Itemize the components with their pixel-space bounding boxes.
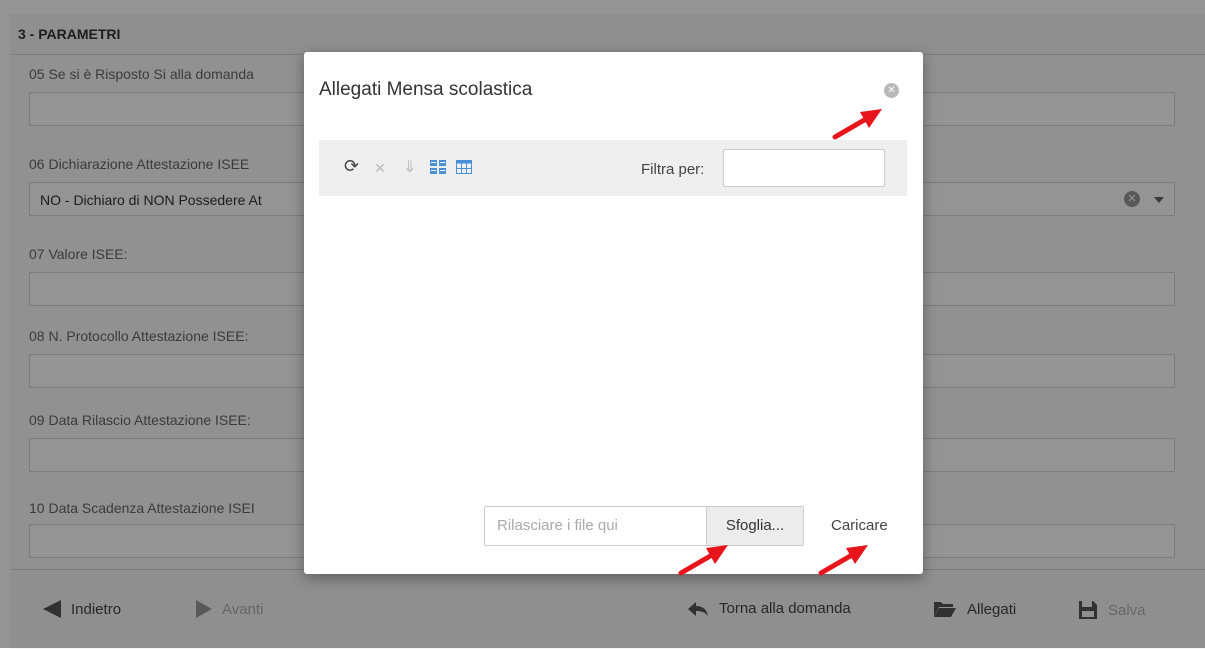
- grid-view-icon[interactable]: [456, 160, 472, 174]
- upload-group: Rilasciare i file qui Sfoglia...: [484, 506, 804, 546]
- filter-input[interactable]: [723, 149, 885, 187]
- upload-button[interactable]: Caricare: [831, 517, 888, 534]
- refresh-icon[interactable]: ⟳: [344, 157, 359, 175]
- browse-button[interactable]: Sfoglia...: [706, 506, 804, 546]
- delete-icon[interactable]: ✕: [374, 160, 386, 176]
- file-drop-zone[interactable]: Rilasciare i file qui: [484, 506, 706, 546]
- tiles-view-icon[interactable]: [430, 160, 446, 174]
- attachments-dialog: Allegati Mensa scolastica ✕ ⟳ ✕ ⇓ Filtra…: [304, 52, 923, 574]
- filter-label: Filtra per:: [641, 161, 705, 178]
- dialog-title: Allegati Mensa scolastica: [319, 79, 533, 100]
- attachments-toolbar: ⟳ ✕ ⇓ Filtra per:: [319, 140, 907, 196]
- download-icon[interactable]: ⇓: [403, 160, 416, 176]
- close-icon[interactable]: ✕: [884, 83, 899, 98]
